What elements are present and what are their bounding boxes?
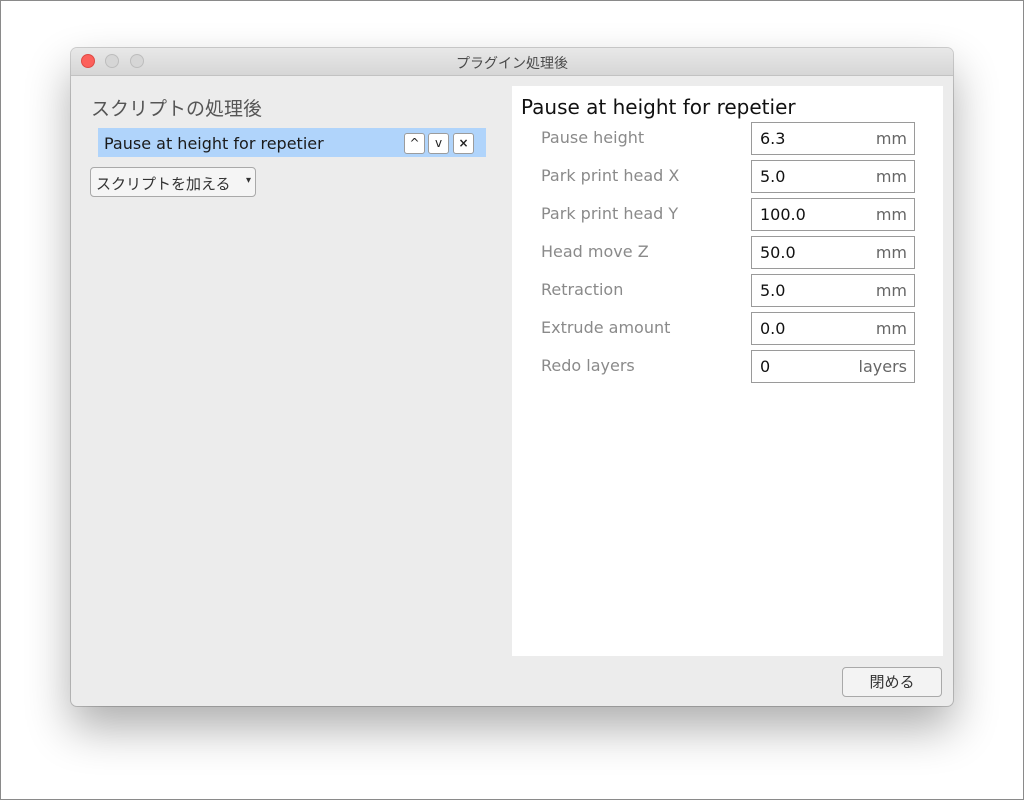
- setting-row-park-print-head-y: Park print head Y 100.0 mm: [512, 198, 943, 232]
- setting-row-head-move-z: Head move Z 50.0 mm: [512, 236, 943, 270]
- extrude-amount-field[interactable]: 0.0 mm: [751, 312, 915, 345]
- add-script-label: スクリプトを加える: [96, 175, 231, 193]
- pause-height-field[interactable]: 6.3 mm: [751, 122, 915, 155]
- setting-row-redo-layers: Redo layers 0 layers: [512, 350, 943, 384]
- redo-layers-field[interactable]: 0 layers: [751, 350, 915, 383]
- head-move-z-field[interactable]: 50.0 mm: [751, 236, 915, 269]
- retraction-field[interactable]: 5.0 mm: [751, 274, 915, 307]
- plugin-postprocessing-window: プラグイン処理後 スクリプトの処理後 Pause at height for r…: [71, 48, 953, 706]
- script-list-item-label: Pause at height for repetier: [104, 134, 324, 153]
- script-settings-panel: Pause at height for repetier Pause heigh…: [512, 86, 943, 656]
- setting-unit: layers: [858, 357, 907, 376]
- settings-title: Pause at height for repetier: [521, 95, 796, 119]
- setting-label: Park print head Y: [541, 204, 679, 223]
- setting-unit: mm: [875, 281, 907, 300]
- setting-label: Pause height: [541, 128, 645, 147]
- move-down-button[interactable]: v: [428, 133, 449, 154]
- setting-unit: mm: [875, 243, 907, 262]
- setting-label: Retraction: [541, 280, 624, 299]
- setting-value: 5.0: [760, 167, 786, 186]
- park-print-head-x-field[interactable]: 5.0 mm: [751, 160, 915, 193]
- setting-row-extrude-amount: Extrude amount 0.0 mm: [512, 312, 943, 346]
- script-list-item[interactable]: Pause at height for repetier ^ v ×: [98, 128, 486, 157]
- setting-label: Park print head X: [541, 166, 680, 185]
- setting-unit: mm: [875, 167, 907, 186]
- setting-unit: mm: [875, 319, 907, 338]
- window-title: プラグイン処理後: [456, 56, 568, 72]
- setting-value: 0.0: [760, 319, 786, 338]
- chevron-down-icon: ▾: [245, 175, 251, 186]
- setting-value: 50.0: [760, 243, 796, 262]
- setting-label: Redo layers: [541, 356, 635, 375]
- setting-label: Extrude amount: [541, 318, 671, 337]
- close-button[interactable]: 閉める: [842, 667, 942, 697]
- setting-value: 100.0: [760, 205, 806, 224]
- remove-script-button[interactable]: ×: [453, 133, 474, 154]
- scripts-heading: スクリプトの処理後: [91, 98, 263, 120]
- move-up-button[interactable]: ^: [404, 133, 425, 154]
- setting-row-pause-height: Pause height 6.3 mm: [512, 122, 943, 156]
- setting-row-park-print-head-x: Park print head X 5.0 mm: [512, 160, 943, 194]
- setting-value: 6.3: [760, 129, 786, 148]
- setting-unit: mm: [875, 205, 907, 224]
- park-print-head-y-field[interactable]: 100.0 mm: [751, 198, 915, 231]
- add-script-dropdown[interactable]: スクリプトを加える ▾: [90, 167, 256, 197]
- setting-value: 0: [760, 357, 771, 376]
- setting-row-retraction: Retraction 5.0 mm: [512, 274, 943, 308]
- setting-value: 5.0: [760, 281, 786, 300]
- setting-unit: mm: [875, 129, 907, 148]
- title-bar: プラグイン処理後: [71, 48, 953, 76]
- setting-label: Head move Z: [541, 242, 649, 261]
